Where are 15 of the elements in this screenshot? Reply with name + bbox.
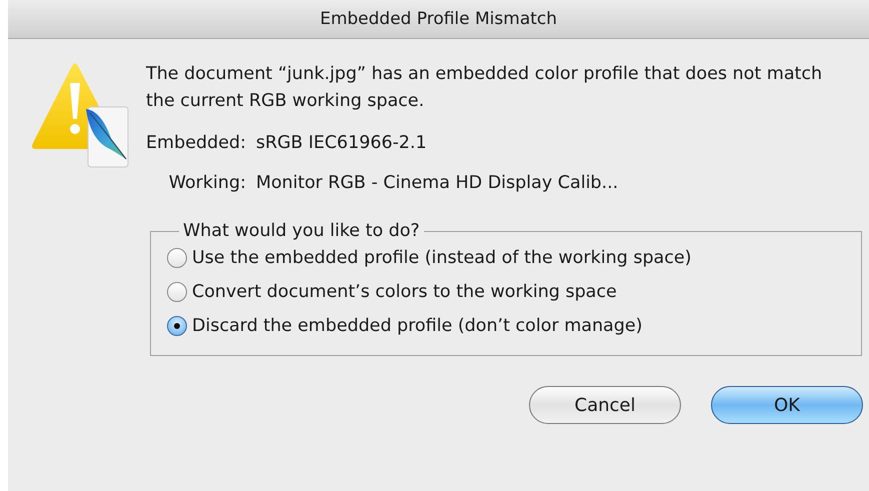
message-text: The document “junk.jpg” has an embedded color profile that does not match the current RGB working space. (146, 63, 824, 113)
option-label[interactable]: Use the embedded profile (instead of the working space) (192, 248, 692, 268)
radio-button[interactable] (167, 248, 187, 268)
profile-label: Working: (168, 173, 246, 193)
radio-button[interactable] (167, 316, 187, 336)
group-title: What would you like to do? (182, 221, 421, 241)
default-button[interactable]: OK (711, 386, 863, 424)
profile-value: sRGB IEC61966-2.1 (256, 133, 428, 153)
option-label[interactable]: Convert document’s colors to the working space (192, 282, 617, 302)
profile-value: Monitor RGB - Cinema HD Display Calib... (256, 173, 620, 193)
window-title: Embedded Profile Mismatch (320, 9, 558, 29)
profile-label: Embedded: (146, 133, 246, 153)
radio-button[interactable] (167, 282, 187, 302)
option-label[interactable]: Discard the embedded profile (don’t color manage) (192, 316, 642, 336)
dialog-button[interactable]: Cancel (529, 386, 681, 424)
